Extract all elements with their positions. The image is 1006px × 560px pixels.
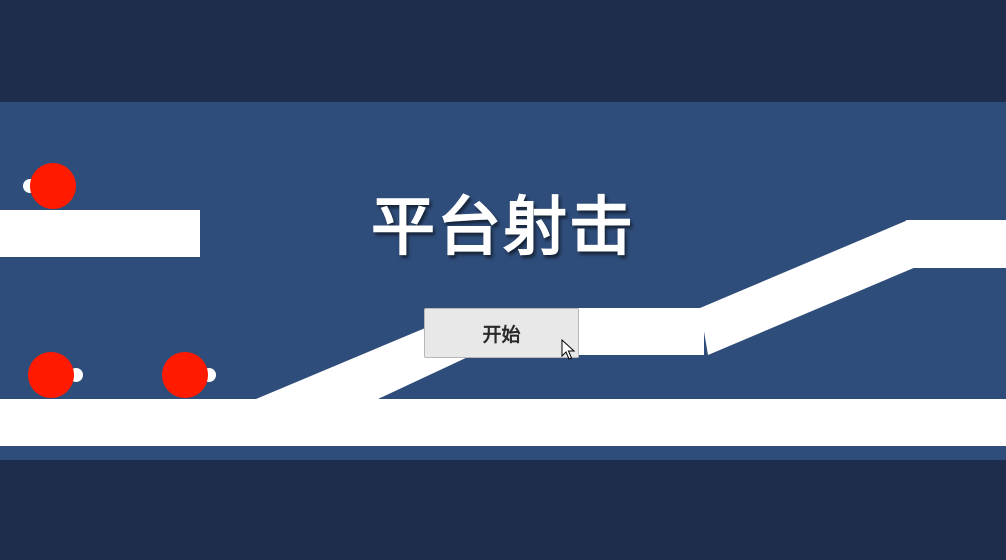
platform-ground <box>0 399 1006 446</box>
game-scene <box>0 163 1006 446</box>
platform-middle-flat <box>578 308 704 355</box>
mouse-pointer-icon <box>561 339 576 360</box>
start-button[interactable]: 开始 <box>424 308 579 358</box>
game-window: 平台射击 开始 <box>0 0 1006 560</box>
enemy-body <box>162 352 208 398</box>
game-viewport: 平台射击 开始 <box>0 102 1006 460</box>
enemy-body <box>28 352 74 398</box>
enemy-bottom-middle <box>162 352 216 398</box>
enemy-bottom-left <box>28 352 83 398</box>
game-title: 平台射击 <box>371 191 635 265</box>
